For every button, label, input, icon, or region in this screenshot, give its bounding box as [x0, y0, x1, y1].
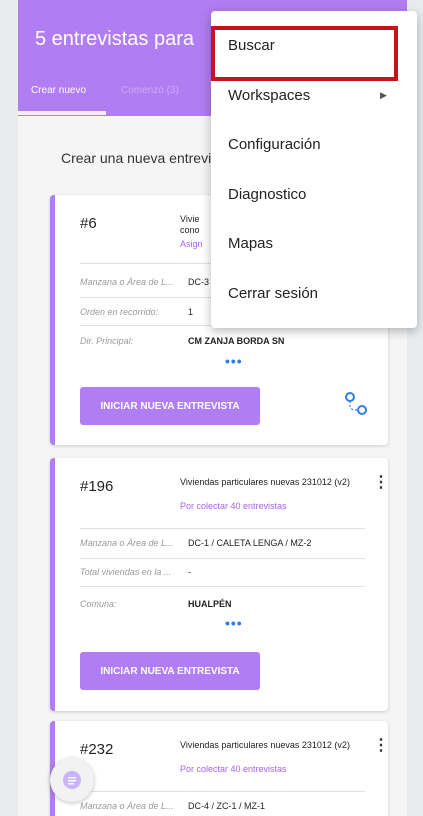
overflow-menu: Buscar Workspaces ▶ Configuración Diagno… — [211, 11, 417, 328]
section-subtitle: Crear una nueva entrevis — [61, 150, 219, 166]
menu-item-buscar[interactable]: Buscar — [228, 37, 275, 54]
assignment-card: #232 Viviendas particulares nuevas 23101… — [50, 721, 389, 816]
field-label: Comuna: — [80, 599, 117, 609]
field-value: DC-4 / ZC-1 / MZ-1 — [188, 801, 266, 811]
fab-icon — [63, 771, 81, 789]
tab-create-new[interactable]: Crear nuevo — [31, 85, 86, 96]
card-id: #196 — [80, 478, 114, 495]
divider — [80, 791, 365, 792]
active-tab-indicator — [18, 111, 106, 115]
tab-started[interactable]: Comenzó (3) — [121, 85, 179, 96]
page-title: 5 entrevistas para — [35, 28, 194, 50]
field-value: DC-3 — [188, 277, 210, 287]
more-details-button[interactable]: ••• — [225, 353, 243, 369]
card-status: Asign — [180, 239, 203, 249]
field-label: Manzana o Área de L... — [80, 538, 174, 548]
menu-item-cerrar-sesion[interactable]: Cerrar sesión — [228, 285, 318, 302]
field-label: Orden en recorrido: — [80, 307, 159, 317]
field-value: - — [188, 567, 191, 577]
divider — [80, 528, 365, 529]
field-value: 1 — [188, 307, 194, 317]
kebab-menu-icon[interactable]: ⋮ — [373, 738, 389, 754]
start-interview-button[interactable]: INICIAR NUEVA ENTREVISTA — [80, 652, 260, 690]
menu-item-mapas[interactable]: Mapas — [228, 235, 273, 252]
kebab-menu-icon[interactable]: ⋮ — [373, 475, 389, 491]
card-status: Por colectar 40 entrevistas — [180, 501, 287, 511]
card-id: #232 — [80, 741, 114, 758]
divider — [80, 586, 365, 587]
field-value: CM ZANJA BORDA SN — [188, 336, 285, 346]
field-value: DC-1 / CALETA LENGA / MZ-2 — [188, 538, 312, 548]
field-value: HUALPÉN — [188, 599, 232, 609]
field-label: Manzana o Área de L... — [80, 277, 174, 287]
assignment-card: #196 Viviendas particulares nuevas 23101… — [50, 458, 389, 711]
more-details-button[interactable]: ••• — [225, 615, 243, 631]
menu-item-configuracion[interactable]: Configuración — [228, 136, 321, 153]
menu-item-diagnostico[interactable]: Diagnostico — [228, 186, 306, 203]
fab-button[interactable] — [50, 758, 94, 802]
survey-title: Viviendas particulares nuevas 231012 (v2… — [180, 477, 350, 487]
field-label: Total viviendas en la ... — [80, 567, 172, 577]
field-label: Manzana o Área de L... — [80, 801, 174, 811]
start-interview-button[interactable]: INICIAR NUEVA ENTREVISTA — [80, 387, 260, 425]
card-id: #6 — [80, 215, 97, 232]
survey-title: Viviendas particulares nuevas 231012 (v2… — [180, 740, 350, 750]
field-label: Dir. Principal: — [80, 336, 134, 346]
card-status: Por colectar 40 entrevistas — [180, 764, 287, 774]
divider — [80, 558, 365, 559]
map-pin-route-icon[interactable] — [342, 390, 370, 418]
menu-item-workspaces[interactable]: Workspaces — [228, 87, 310, 104]
submenu-arrow-icon: ▶ — [380, 90, 387, 100]
